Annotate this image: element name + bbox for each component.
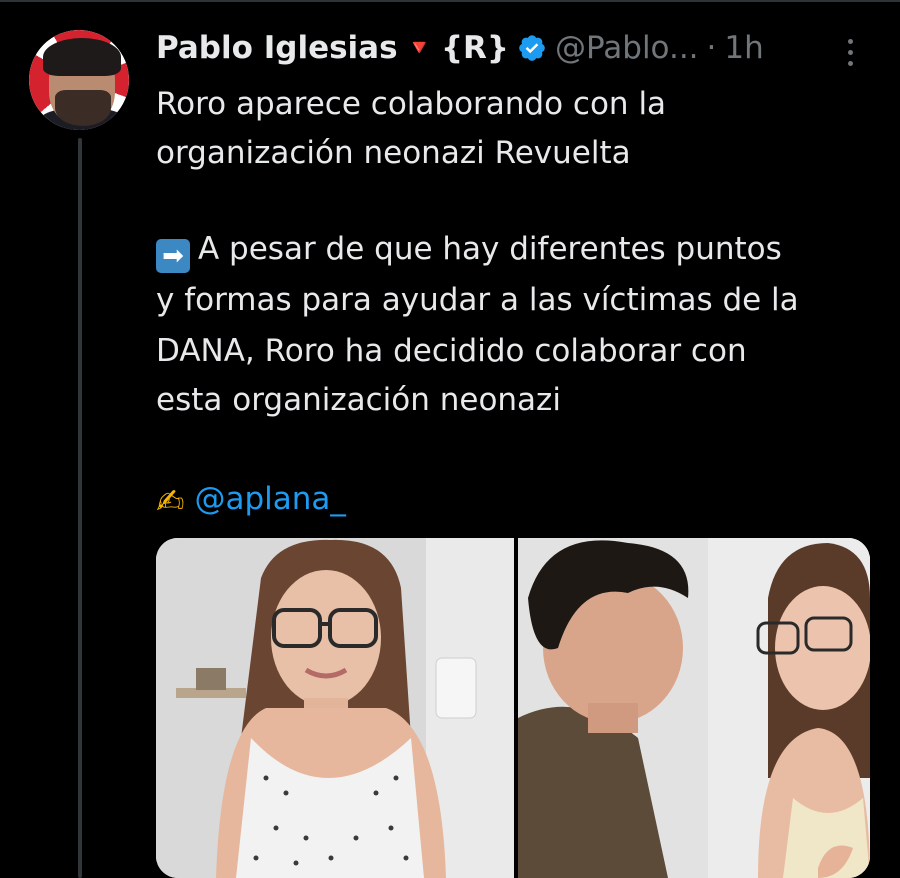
mention-link[interactable]: @aplana_ xyxy=(195,481,346,517)
more-options-icon[interactable] xyxy=(840,32,860,72)
top-divider xyxy=(0,0,900,2)
tweet-text-line: ✍ @aplana_ xyxy=(156,474,876,528)
tweet-timestamp[interactable]: 1h xyxy=(724,30,763,66)
avatar[interactable] xyxy=(29,30,129,130)
media-image-left[interactable] xyxy=(156,538,514,878)
tweet-text-line: esta organización neonazi xyxy=(156,382,561,418)
tweet-header: Pablo Iglesias 🔻 {R} @Pablo... · 1h xyxy=(156,24,764,72)
author-tag: {R} xyxy=(440,30,509,66)
more-dot xyxy=(847,49,853,55)
more-dot xyxy=(847,60,853,66)
author-name[interactable]: Pablo Iglesias xyxy=(156,30,398,66)
thread-connector-line xyxy=(78,138,82,878)
photo-woman-glasses xyxy=(156,538,514,878)
avatar-beard xyxy=(55,90,111,126)
red-triangle-icon: 🔻 xyxy=(405,35,433,61)
tweet-text-line: y formas para ayudar a las víctimas de l… xyxy=(156,282,799,318)
arrow-right-emoji-icon: ➡ xyxy=(156,239,190,273)
tweet-text-line: ➡ A pesar de que hay diferentes puntos xyxy=(156,224,876,275)
author-handle[interactable]: @Pablo... xyxy=(555,30,699,66)
tweet-text-span: A pesar de que hay diferentes puntos xyxy=(198,231,782,267)
more-dot xyxy=(847,38,853,44)
photo-couple xyxy=(518,538,870,878)
media-image-right[interactable] xyxy=(518,538,870,878)
tweet-text-line: organización neonazi Revuelta xyxy=(156,135,631,171)
separator-dot: · xyxy=(706,30,717,66)
writing-hand-emoji-icon: ✍ xyxy=(156,482,185,522)
tweet-text-line: Roro aparece colaborando con la xyxy=(156,86,667,122)
tweet-media[interactable] xyxy=(156,538,870,878)
tweet-text-line: DANA, Roro ha decidido colaborar con xyxy=(156,333,747,369)
avatar-hair xyxy=(43,38,121,76)
verified-badge-icon[interactable] xyxy=(517,33,547,63)
